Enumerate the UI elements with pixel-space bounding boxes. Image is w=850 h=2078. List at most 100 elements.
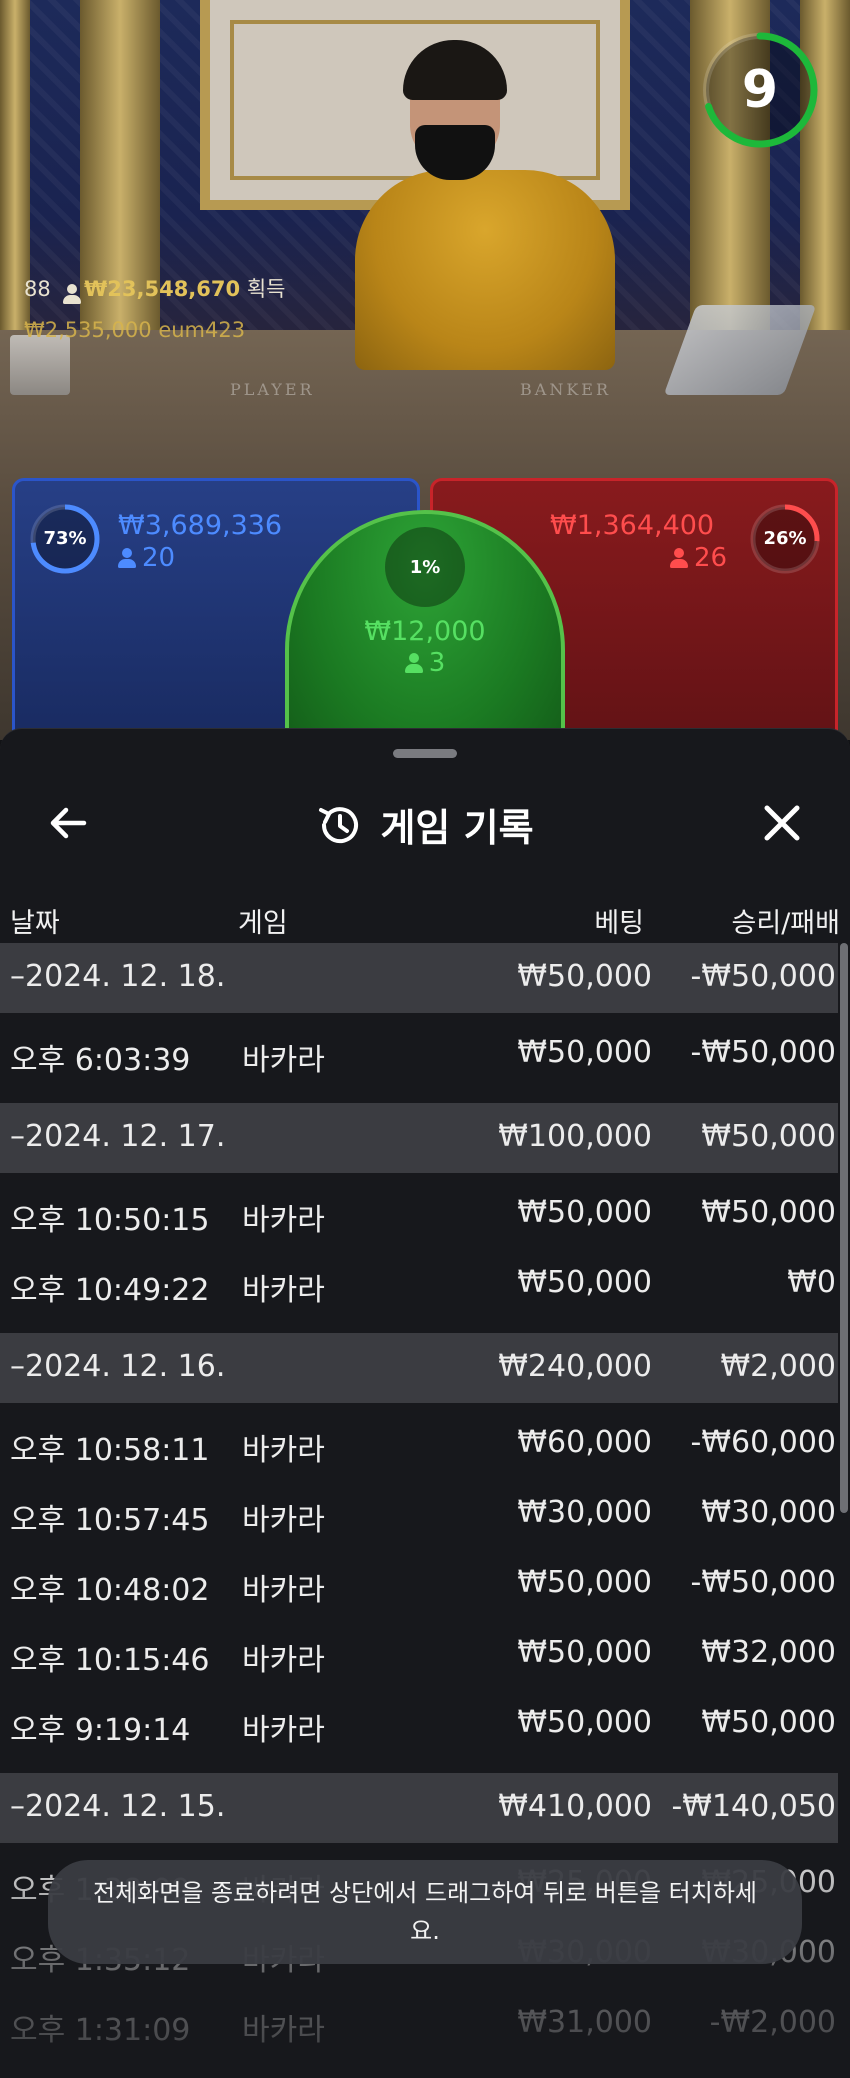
cell-game: 바카라 [242, 1573, 325, 1608]
cell-game: 바카라 [242, 1503, 325, 1538]
player-bet-amount: ₩3,689,336 [118, 510, 283, 541]
date-group-row: –2024. 12. 15. ₩410,000 -₩140,050 [0, 1773, 838, 1843]
column-result: 승리/패배 [731, 908, 840, 939]
last-win-user: eum423 [158, 318, 246, 342]
cell-bet: ₩50,000 [517, 1265, 652, 1300]
player-percent: 73% [43, 528, 87, 549]
table-row[interactable]: 오후 10:15:46 바카라 ₩50,000 ₩32,000 [0, 1619, 838, 1689]
cell-result: ₩0 [787, 1265, 836, 1300]
sheet-header: 게임 기록 [0, 769, 850, 879]
page-title: 게임 기록 [380, 806, 534, 850]
cell-bet: ₩50,000 [517, 1705, 652, 1740]
cell-date: 오후 10:15:46 [10, 1643, 210, 1678]
banker-bettor-count: 26 [694, 543, 728, 573]
column-game: 게임 [238, 908, 288, 939]
cell-date: 오후 6:03:39 [10, 1043, 191, 1078]
felt-player-label: PLAYER [230, 380, 315, 399]
last-win-amount: ₩2,535,000 [24, 318, 152, 342]
cell-game: 바카라 [242, 1043, 325, 1078]
person-icon [670, 548, 688, 568]
scrollbar[interactable] [840, 943, 848, 1513]
timer-value: 9 [741, 60, 779, 120]
table-header: 날짜 게임 베팅 승리/패배 [0, 889, 850, 949]
row-spacer [0, 1759, 838, 1773]
cell-result: ₩50,000 [701, 1119, 836, 1154]
table-row[interactable]: 오후 1:31:09 바카라 ₩31,000 -₩2,000 [0, 1989, 838, 2059]
cell-result: -₩50,000 [690, 1565, 836, 1600]
cell-date: –2024. 12. 18. [10, 959, 226, 994]
tie-percent: 1% [409, 557, 441, 578]
table-row[interactable]: 오후 10:49:22 바카라 ₩50,000 ₩0 [0, 1249, 838, 1319]
cell-date: 오후 10:48:02 [10, 1573, 210, 1608]
card-stack [10, 335, 70, 395]
cell-bet: ₩240,000 [498, 1349, 652, 1384]
table-row[interactable]: 오후 10:50:15 바카라 ₩50,000 ₩50,000 [0, 1179, 838, 1249]
felt-banker-label: BANKER [520, 380, 611, 399]
row-spacer [0, 1089, 838, 1103]
column-date: 날짜 [10, 908, 60, 939]
player-bettor-count: 20 [142, 543, 176, 573]
cell-result: ₩30,000 [701, 1495, 836, 1530]
cell-result: -₩50,000 [690, 1035, 836, 1070]
winner-amount: ₩23,548,670 [84, 277, 241, 301]
cell-date: –2024. 12. 16. [10, 1349, 226, 1384]
fullscreen-toast: 전체화면을 종료하려면 상단에서 드래그하여 뒤로 버튼을 터치하세요. [48, 1860, 802, 1964]
cell-result: ₩50,000 [701, 1195, 836, 1230]
last-win: ₩2,535,000 eum423 [24, 318, 245, 342]
close-icon [764, 805, 800, 841]
cell-game: 바카라 [242, 1203, 325, 1238]
cell-game: 바카라 [242, 1433, 325, 1468]
cell-result: ₩50,000 [701, 1705, 836, 1740]
cell-bet: ₩60,000 [517, 1425, 652, 1460]
close-button[interactable] [746, 787, 818, 859]
column-bet: 베팅 [594, 908, 644, 939]
history-icon [319, 806, 359, 843]
table-row[interactable]: 오후 10:57:45 바카라 ₩30,000 ₩30,000 [0, 1479, 838, 1549]
row-spacer [0, 1319, 838, 1333]
cell-game: 바카라 [242, 1643, 325, 1678]
cell-bet: ₩50,000 [517, 1635, 652, 1670]
cell-date: 오후 10:49:22 [10, 1273, 210, 1308]
cell-bet: ₩50,000 [517, 1195, 652, 1230]
cell-result: ₩2,000 [720, 1349, 836, 1384]
table-row[interactable]: 오후 9:19:14 바카라 ₩50,000 ₩50,000 [0, 1689, 838, 1759]
cell-bet: ₩410,000 [498, 1789, 652, 1824]
sheet-title-group: 게임 기록 [0, 797, 850, 852]
cell-bet: ₩31,000 [517, 2005, 652, 2040]
cell-result: -₩2,000 [709, 2005, 836, 2040]
cell-bet: ₩50,000 [517, 1565, 652, 1600]
date-group-row: –2024. 12. 18. ₩50,000 -₩50,000 [0, 943, 838, 1013]
dealer [355, 170, 615, 370]
cell-bet: ₩50,000 [517, 959, 652, 994]
live-video: PLAYER BANKER 9 88 ₩23,548,670 획득 ₩2,535… [0, 0, 850, 740]
cell-game: 바카라 [242, 2013, 325, 2048]
cell-result: -₩50,000 [690, 959, 836, 994]
cell-game: 바카라 [242, 1273, 325, 1308]
cell-date: 오후 10:57:45 [10, 1503, 210, 1538]
winners-info: 88 ₩23,548,670 획득 [24, 273, 286, 304]
tie-bet-amount: ₩12,000 [364, 616, 486, 647]
person-icon [63, 284, 82, 304]
person-icon [118, 548, 136, 568]
winner-count: 88 [24, 277, 51, 301]
tie-bettors: 3 [285, 648, 565, 678]
banker-bettors: 26 [670, 543, 727, 573]
cell-result: ₩32,000 [701, 1635, 836, 1670]
table-row[interactable]: 오후 10:48:02 바카라 ₩50,000 -₩50,000 [0, 1549, 838, 1619]
cell-bet: ₩50,000 [517, 1035, 652, 1070]
date-group-row: –2024. 12. 16. ₩240,000 ₩2,000 [0, 1333, 838, 1403]
cell-date: –2024. 12. 17. [10, 1119, 226, 1154]
cell-date: 오후 9:19:14 [10, 1713, 191, 1748]
tie-bettor-count: 3 [428, 648, 446, 678]
cell-bet: ₩30,000 [517, 1495, 652, 1530]
cell-date: 오후 10:58:11 [10, 1433, 210, 1468]
drag-handle[interactable] [393, 749, 457, 758]
table-row[interactable]: 오후 6:03:39 바카라 ₩50,000 -₩50,000 [0, 1019, 838, 1089]
table-row[interactable]: 오후 10:58:11 바카라 ₩60,000 -₩60,000 [0, 1409, 838, 1479]
cell-date: –2024. 12. 15. [10, 1789, 226, 1824]
banker-percent: 26% [763, 528, 807, 549]
winner-suffix: 획득 [246, 277, 286, 301]
cell-game: 바카라 [242, 1713, 325, 1748]
banker-bet-amount: ₩1,364,400 [550, 510, 715, 541]
cell-date: 오후 10:50:15 [10, 1203, 210, 1238]
